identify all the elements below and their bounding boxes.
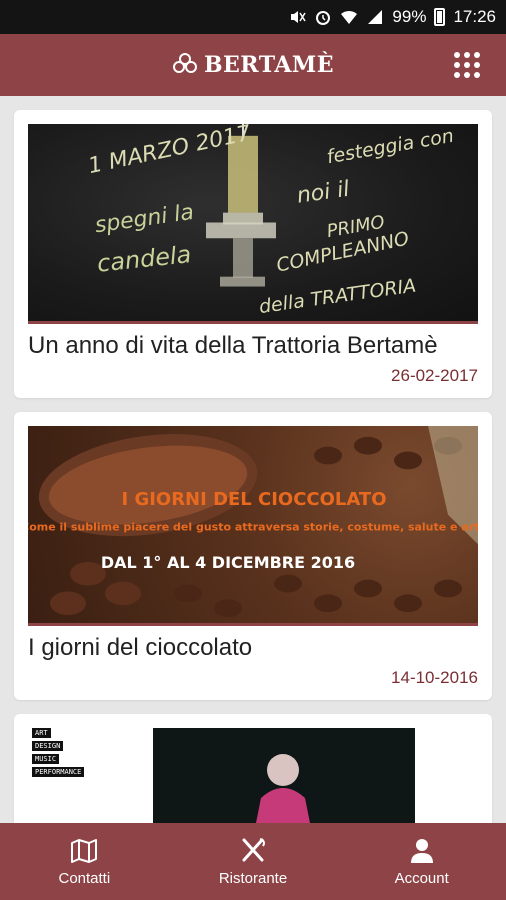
- chalk-text-candela: candela: [96, 240, 193, 277]
- nav-contatti[interactable]: Contatti: [0, 823, 169, 900]
- map-icon: [71, 839, 98, 863]
- logo-emblem-icon: [172, 53, 197, 73]
- news-card[interactable]: I GIORNI DEL CIOCCOLATO Come il sublime …: [14, 412, 492, 700]
- clock: 17:26: [453, 7, 496, 26]
- bottom-navigation: Contatti Ristorante Account: [0, 823, 506, 900]
- tag: PERFORMANCE: [32, 767, 85, 777]
- brand-logo: BERTAMÈ: [172, 52, 334, 78]
- nav-label: Account: [394, 870, 449, 887]
- nav-label: Ristorante: [218, 870, 288, 887]
- wifi-icon: [341, 10, 358, 24]
- news-feed[interactable]: 1 MARZO 2017 spegni la candela festeggia…: [0, 96, 506, 823]
- news-card-title[interactable]: I giorni del cioccolato: [28, 634, 478, 662]
- cocoa-subline: Come il sublime piacere del gusto attrav…: [28, 520, 478, 533]
- tag: MUSIC: [32, 754, 60, 764]
- news-card-image: [153, 728, 415, 823]
- nav-ristorante[interactable]: Ristorante: [169, 823, 338, 900]
- apps-grid-button[interactable]: [454, 52, 480, 78]
- news-card-date: 26-02-2017: [391, 366, 478, 385]
- news-card-title[interactable]: Un anno di vita della Trattoria Bertamè: [28, 332, 478, 360]
- tag: DESIGN: [32, 741, 64, 751]
- news-card[interactable]: 1 MARZO 2017 spegni la candela festeggia…: [14, 110, 492, 398]
- mute-icon: [291, 11, 307, 23]
- chalk-text-trattoria: della TRATTORIA: [258, 276, 418, 318]
- cocoa-dates: DAL 1° AL 4 DICEMBRE 2016: [101, 553, 355, 572]
- news-card[interactable]: ART DESIGN MUSIC PERFORMANCE: [14, 714, 492, 823]
- alarm-icon: [316, 11, 331, 25]
- nav-label: Contatti: [58, 870, 111, 887]
- battery-percentage: 99%: [392, 7, 427, 26]
- cocoa-headline: I GIORNI DEL CIOCCOLATO: [121, 489, 386, 510]
- news-card-image: I GIORNI DEL CIOCCOLATO Come il sublime …: [28, 426, 478, 626]
- nav-account[interactable]: Account: [337, 823, 506, 900]
- chalk-text-noi: noi il: [295, 177, 351, 209]
- app-bar: BERTAMÈ: [0, 34, 506, 96]
- art-tags: ART DESIGN MUSIC PERFORMANCE: [32, 728, 85, 780]
- tag: ART: [32, 728, 51, 738]
- user-icon: [410, 839, 433, 863]
- chalk-text-festeggia: festeggia con: [325, 126, 455, 169]
- fork-knife-icon: [242, 838, 265, 862]
- status-bar: 99% 17:26: [0, 0, 506, 34]
- news-card-date: 14-10-2016: [391, 668, 478, 687]
- signal-icon: [368, 10, 383, 24]
- chalk-text-spegni: spegni la: [93, 200, 195, 238]
- brand-name: BERTAMÈ: [203, 52, 335, 78]
- news-card-image: 1 MARZO 2017 spegni la candela festeggia…: [28, 124, 478, 324]
- battery-icon: [434, 8, 446, 26]
